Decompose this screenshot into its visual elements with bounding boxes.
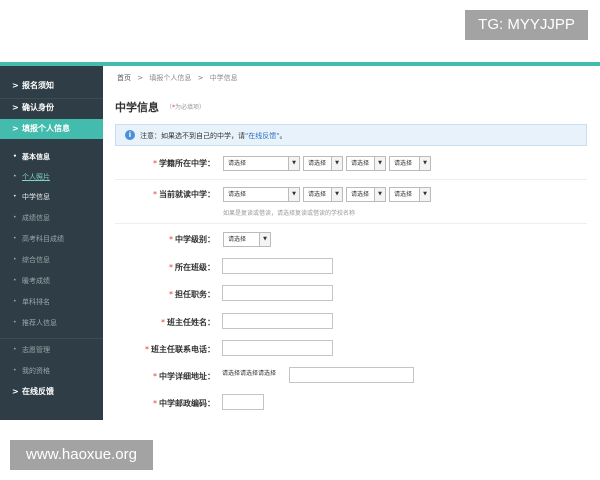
teacher-name-input[interactable]: [222, 313, 333, 329]
teacher-phone-label: * 班主任联系电话：: [145, 345, 215, 354]
subnav-volunteer[interactable]: • 志愿管理: [0, 340, 103, 360]
school-location-label: * 学籍所在中学：: [153, 159, 215, 168]
sidebar-item-label: 报名须知: [22, 81, 54, 90]
row-divider: [115, 179, 587, 180]
zip-label: * 中学邮政编码：: [153, 399, 215, 408]
info-icon: i: [125, 130, 135, 140]
bullet-icon: •: [13, 277, 17, 284]
bullet-icon: •: [13, 214, 17, 221]
current-school-province-select[interactable]: 请选择 ▼: [223, 187, 300, 202]
class-label: * 所在班级：: [169, 263, 215, 272]
chevron-down-icon: ▼: [288, 157, 299, 170]
breadcrumb-separator: >: [197, 74, 204, 82]
row-divider: [115, 223, 587, 224]
chevron-down-icon: ▼: [331, 188, 342, 201]
notice-text: 注意：如果选不到自己的中学，请"在线反馈"。: [140, 132, 287, 140]
sidebar-item-personal-info[interactable]: > 填报个人信息: [0, 119, 103, 139]
sidebar-item-label: 在线反馈: [22, 387, 54, 396]
sidebar-item-label: 填报个人信息: [22, 124, 70, 133]
current-school-city-select[interactable]: 请选择 ▼: [303, 187, 343, 202]
breadcrumb-current: 中学信息: [209, 74, 238, 82]
bullet-icon: •: [13, 346, 17, 353]
teacher-name-label: * 班主任姓名：: [161, 318, 215, 327]
subnav-personal-photo[interactable]: • 个人照片: [0, 167, 103, 187]
subnav-comprehensive[interactable]: • 综合信息: [0, 250, 103, 270]
sidebar-item-online-feedback[interactable]: > 在线反馈: [0, 382, 103, 402]
bullet-icon: •: [13, 153, 17, 160]
main-content: 首页 > 填报个人信息 > 中学信息 中学信息 （*为必填项） i 注意：如果选…: [103, 66, 600, 420]
chevron-down-icon: ▼: [288, 188, 299, 201]
subnav-warm-exam[interactable]: • 暖考成绩: [0, 271, 103, 291]
bullet-icon: •: [13, 256, 17, 263]
school-level-select[interactable]: 请选择 ▼: [223, 232, 271, 247]
zip-input[interactable]: [222, 394, 264, 410]
subnav-grades[interactable]: • 成绩信息: [0, 208, 103, 228]
sidebar-divider: [0, 338, 103, 339]
bullet-icon: •: [13, 173, 17, 180]
chevron-right-icon: >: [12, 103, 19, 112]
sidebar-item-confirm-identity[interactable]: > 确认身份: [0, 98, 103, 118]
bullet-icon: •: [13, 193, 17, 200]
breadcrumb-personal-info[interactable]: 填报个人信息: [149, 74, 191, 82]
notice-box: i 注意：如果选不到自己的中学，请"在线反馈"。: [115, 124, 587, 146]
subnav-recommender[interactable]: • 推荐人信息: [0, 313, 103, 333]
current-school-school-select[interactable]: 请选择 ▼: [389, 187, 431, 202]
school-address-label: * 中学详细地址：: [153, 372, 215, 381]
online-feedback-link[interactable]: "在线反馈": [245, 132, 279, 140]
current-school-label: * 当前就读中学：: [153, 190, 215, 199]
page-title: 中学信息: [115, 101, 159, 114]
subnav-school-info[interactable]: • 中学信息: [0, 187, 103, 207]
chevron-down-icon: ▼: [419, 157, 430, 170]
watermark-top-right: TG: MYYJJPP: [465, 10, 588, 40]
chevron-down-icon: ▼: [374, 157, 385, 170]
sidebar-item-label: 确认身份: [22, 103, 54, 112]
bullet-icon: •: [13, 235, 17, 242]
school-location-province-select[interactable]: 请选择 ▼: [223, 156, 300, 171]
position-label: * 担任职务：: [169, 290, 215, 299]
breadcrumb-home[interactable]: 首页: [117, 74, 131, 82]
school-location-city-select[interactable]: 请选择 ▼: [303, 156, 343, 171]
breadcrumb: 首页 > 填报个人信息 > 中学信息: [117, 73, 238, 83]
subnav-subject-rank[interactable]: • 单科排名: [0, 292, 103, 312]
school-address-prefix: 请选择请选择请选择: [222, 370, 277, 377]
chevron-down-icon: ▼: [419, 188, 430, 201]
sidebar-item-registration-notice[interactable]: > 报名须知: [0, 76, 103, 96]
subnav-my-eligibility[interactable]: • 我的资格: [0, 361, 103, 381]
school-address-detail-input[interactable]: [289, 367, 414, 383]
watermark-bottom-left: www.haoxue.org: [10, 440, 153, 470]
school-location-school-select[interactable]: 请选择 ▼: [389, 156, 431, 171]
current-school-district-select[interactable]: 请选择 ▼: [346, 187, 386, 202]
sidebar: > 报名须知 > 确认身份 > 填报个人信息 • 基本信息 • 个人照片 • 中…: [0, 66, 103, 420]
bullet-icon: •: [13, 367, 17, 374]
class-input[interactable]: [222, 258, 333, 274]
position-input[interactable]: [222, 285, 333, 301]
chevron-right-icon: >: [12, 387, 19, 396]
current-school-hint: 如果是复读或借读，请选择复读或借读的学校名称: [223, 210, 356, 217]
teacher-phone-input[interactable]: [222, 340, 333, 356]
school-location-district-select[interactable]: 请选择 ▼: [346, 156, 386, 171]
chevron-down-icon: ▼: [374, 188, 385, 201]
subnav-exam-scores[interactable]: • 高考科目成绩: [0, 229, 103, 249]
bullet-icon: •: [13, 319, 17, 326]
chevron-down-icon: ▼: [331, 157, 342, 170]
subnav-basic-info[interactable]: • 基本信息: [0, 147, 103, 167]
breadcrumb-separator: >: [137, 74, 144, 82]
required-note: （*为必填项）: [166, 104, 206, 111]
chevron-right-icon: >: [12, 124, 19, 133]
chevron-down-icon: ▼: [259, 233, 270, 246]
bullet-icon: •: [13, 298, 17, 305]
school-level-label: * 中学级别：: [169, 235, 215, 244]
chevron-right-icon: >: [12, 81, 19, 90]
